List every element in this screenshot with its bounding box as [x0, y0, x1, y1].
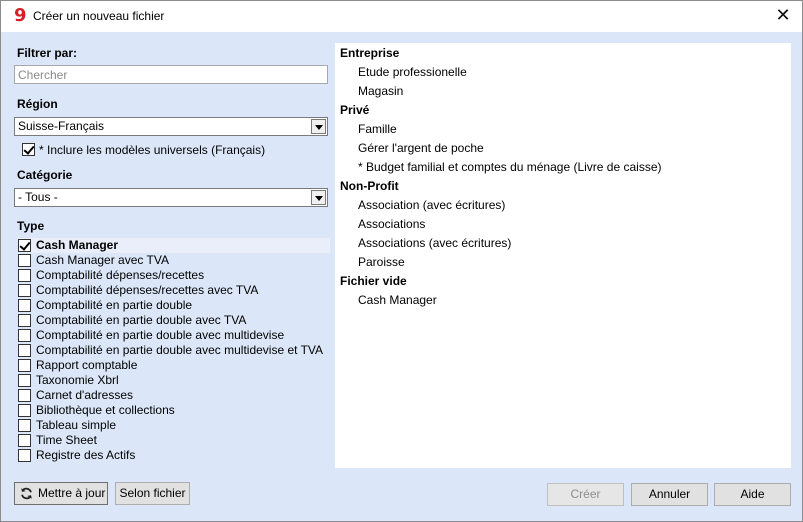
region-selected-value: Suisse-Français [18, 119, 105, 133]
template-item[interactable]: Famille [358, 122, 397, 136]
type-checkbox[interactable] [18, 329, 31, 342]
type-item-label: Comptabilité dépenses/recettes avec TVA [36, 283, 259, 297]
create-button[interactable]: Créer [547, 483, 624, 506]
template-group-header: Entreprise [340, 46, 400, 60]
update-button-label: Mettre à jour [38, 486, 106, 500]
template-group-header: Non-Profit [340, 179, 399, 193]
type-item-label: Comptabilité en partie double avec TVA [36, 313, 247, 327]
type-item-label: Taxonomie Xbrl [36, 373, 119, 387]
type-item[interactable]: Rapport comptable [18, 358, 330, 373]
type-item[interactable]: Comptabilité en partie double [18, 298, 330, 313]
template-item[interactable]: Association (avec écritures) [358, 198, 505, 212]
type-checkbox[interactable] [18, 419, 31, 432]
cancel-button[interactable]: Annuler [631, 483, 708, 506]
type-item[interactable]: Bibliothèque et collections [18, 403, 330, 418]
close-button[interactable]: ✕ [770, 4, 796, 28]
type-item[interactable]: Time Sheet [18, 433, 330, 448]
template-item[interactable]: Etude professionelle [358, 65, 467, 79]
type-item[interactable]: Carnet d'adresses [18, 388, 330, 403]
update-button[interactable]: Mettre à jour [14, 482, 108, 505]
search-input[interactable] [14, 65, 328, 84]
region-label: Région [17, 97, 58, 111]
type-item-label: Registre des Actifs [36, 448, 136, 462]
type-item[interactable]: Comptabilité dépenses/recettes avec TVA [18, 283, 330, 298]
type-checkbox[interactable] [18, 374, 31, 387]
title-bar: 9 Créer un nouveau fichier ✕ [1, 1, 802, 32]
type-checkbox[interactable] [18, 404, 31, 417]
type-item[interactable]: Comptabilité en partie double avec TVA [18, 313, 330, 328]
by-file-button[interactable]: Selon fichier [115, 482, 190, 505]
type-checkbox[interactable] [18, 239, 31, 252]
template-item[interactable]: Magasin [358, 84, 403, 98]
template-item[interactable]: Associations [358, 217, 425, 231]
template-list[interactable]: Entreprise Etude professionelle Magasin Pri… [335, 43, 791, 468]
banana-9-icon: 9 [14, 5, 27, 26]
include-universal-checkbox[interactable] [22, 143, 35, 156]
type-checkbox[interactable] [18, 284, 31, 297]
chevron-down-icon[interactable] [311, 119, 326, 134]
category-select[interactable]: - Tous - [14, 188, 328, 207]
type-item-label: Tableau simple [36, 418, 117, 432]
refresh-icon [21, 487, 32, 500]
type-checkbox[interactable] [18, 344, 31, 357]
type-item[interactable]: Cash Manager avec TVA [18, 253, 330, 268]
filter-label: Filtrer par: [17, 46, 78, 60]
type-item-label: Comptabilité dépenses/recettes [36, 268, 205, 282]
category-label: Catégorie [17, 168, 73, 182]
chevron-down-icon[interactable] [311, 190, 326, 205]
template-item[interactable]: Paroisse [358, 255, 405, 269]
type-item-label: Time Sheet [36, 433, 97, 447]
type-item-label: Rapport comptable [36, 358, 138, 372]
include-universal-label: * Inclure les modèles universels (França… [39, 143, 266, 157]
dialog-window: 9 Créer un nouveau fichier ✕ Filtrer par… [0, 0, 803, 522]
type-item-label: Cash Manager [36, 238, 119, 252]
window-title: Créer un nouveau fichier [33, 9, 165, 23]
template-item[interactable]: Gérer l'argent de poche [358, 141, 484, 155]
type-item-label: Comptabilité en partie double avec multi… [36, 328, 285, 342]
type-checkbox[interactable] [18, 389, 31, 402]
type-item-label: Comptabilité en partie double [36, 298, 193, 312]
type-checkbox[interactable] [18, 359, 31, 372]
type-item-label: Carnet d'adresses [36, 388, 134, 402]
type-checkbox[interactable] [18, 314, 31, 327]
type-item[interactable]: Taxonomie Xbrl [18, 373, 330, 388]
type-checkbox[interactable] [18, 449, 31, 462]
template-item[interactable]: Cash Manager [358, 293, 437, 307]
category-selected-value: - Tous - [18, 190, 58, 204]
type-label: Type [17, 219, 45, 233]
type-checkbox[interactable] [18, 434, 31, 447]
template-group-header: Privé [340, 103, 370, 117]
dialog-body: Filtrer par: Région Suisse-Français * In… [1, 32, 802, 521]
type-item[interactable]: Tableau simple [18, 418, 330, 433]
help-button[interactable]: Aide [714, 483, 791, 506]
template-item[interactable]: * Budget familial et comptes du ménage (… [358, 160, 662, 174]
type-item[interactable]: Cash Manager [18, 238, 330, 253]
template-item[interactable]: Associations (avec écritures) [358, 236, 511, 250]
type-item[interactable]: Comptabilité en partie double avec multi… [18, 328, 330, 343]
template-group-header: Fichier vide [340, 274, 407, 288]
type-checkbox[interactable] [18, 269, 31, 282]
type-item-label: Cash Manager avec TVA [36, 253, 169, 267]
type-item[interactable]: Comptabilité dépenses/recettes [18, 268, 330, 283]
type-checkbox[interactable] [18, 254, 31, 267]
type-item[interactable]: Registre des Actifs [18, 448, 330, 463]
type-checkbox[interactable] [18, 299, 31, 312]
region-select[interactable]: Suisse-Français [14, 117, 328, 136]
type-item[interactable]: Comptabilité en partie double avec multi… [18, 343, 330, 358]
type-item-label: Bibliothèque et collections [36, 403, 175, 417]
type-item-label: Comptabilité en partie double avec multi… [36, 343, 324, 357]
